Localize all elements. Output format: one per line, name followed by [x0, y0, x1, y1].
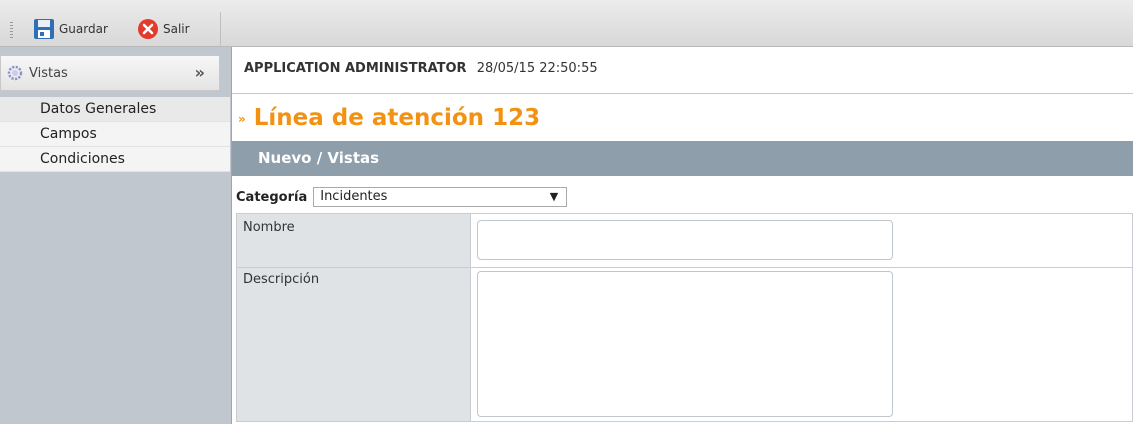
chevron-double-down-icon[interactable]: » [195, 63, 205, 82]
timestamp: 28/05/15 22:50:55 [476, 61, 598, 76]
divider [232, 93, 1133, 94]
sidebar-list: Datos Generales Campos Condiciones [0, 97, 230, 172]
sidebar-item-campos[interactable]: Campos [0, 122, 230, 147]
gear-icon [7, 65, 23, 81]
sidebar-section-title: Vistas [29, 65, 68, 81]
sidebar-section-header[interactable]: Vistas » [0, 55, 220, 91]
category-row: Categoría Incidentes ▼ [236, 186, 568, 208]
description-label: Descripción [243, 272, 320, 287]
section-title: Nuevo / Vistas [258, 149, 380, 167]
sidebar-item-datos-generales[interactable]: Datos Generales [0, 97, 230, 122]
name-input[interactable] [477, 220, 893, 260]
category-select[interactable]: Incidentes ▼ [313, 187, 568, 207]
form-table: Nombre Descripción [236, 213, 1133, 422]
close-circle-icon [138, 19, 158, 39]
category-label: Categoría [236, 189, 308, 205]
sidebar-item-condiciones[interactable]: Condiciones [0, 147, 230, 172]
page-title: » Línea de atención 123 [238, 105, 540, 131]
save-button[interactable]: Guardar [33, 18, 108, 40]
dropdown-arrow-icon: ▼ [549, 190, 559, 203]
main-content: APPLICATION ADMINISTRATOR 28/05/15 22:50… [232, 47, 1133, 424]
name-label: Nombre [243, 220, 295, 235]
toolbar-group: Guardar Salir [0, 12, 221, 47]
save-button-label: Guardar [59, 22, 108, 36]
user-name: APPLICATION ADMINISTRATOR [244, 61, 467, 76]
user-bar: APPLICATION ADMINISTRATOR 28/05/15 22:50… [244, 61, 598, 76]
section-header: Nuevo / Vistas [232, 141, 1133, 176]
exit-button[interactable]: Salir [137, 18, 190, 40]
exit-button-label: Salir [163, 22, 190, 36]
category-selected-value: Incidentes [320, 189, 388, 204]
toolbar: Guardar Salir [0, 0, 1133, 47]
description-textarea[interactable] [477, 271, 893, 417]
sidebar: Vistas » Datos Generales Campos Condicio… [0, 47, 232, 424]
page-title-text: Línea de atención 123 [253, 105, 541, 131]
title-arrow-icon: » [238, 111, 246, 126]
toolbar-grip-icon [10, 22, 13, 38]
floppy-disk-icon [34, 19, 54, 39]
